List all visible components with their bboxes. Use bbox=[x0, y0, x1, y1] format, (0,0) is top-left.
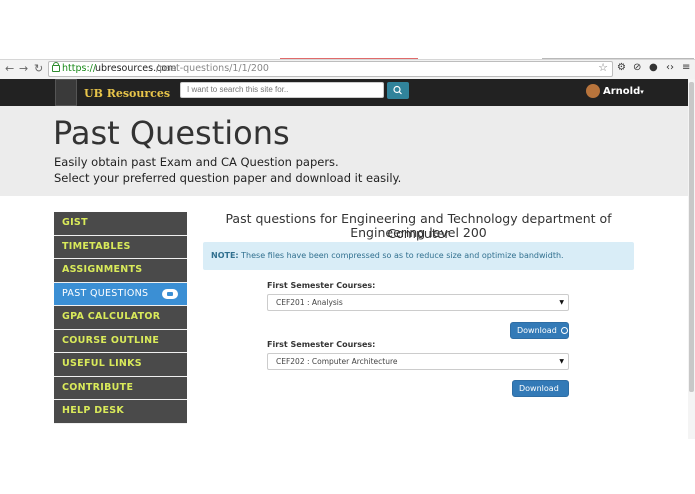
settings-gear-icon[interactable]: ⚙ bbox=[617, 62, 626, 74]
bookmark-star-icon[interactable]: ☆ bbox=[598, 61, 608, 75]
logo-icon[interactable] bbox=[55, 79, 77, 106]
caret-down-icon: ▾ bbox=[640, 88, 644, 96]
search-button[interactable] bbox=[387, 82, 409, 99]
sidebar-item-contribute[interactable]: CONTRIBUTE bbox=[54, 376, 187, 400]
forward-icon[interactable]: → bbox=[19, 62, 28, 75]
search-icon bbox=[393, 85, 402, 95]
sidebar-item-course-outline[interactable]: COURSE OUTLINE bbox=[54, 329, 187, 353]
sidebar-item-label: TIMETABLES bbox=[62, 240, 131, 252]
back-icon[interactable]: ← bbox=[5, 62, 14, 75]
sidebar-item-label: GIST bbox=[62, 217, 88, 228]
download-button[interactable]: Download bbox=[512, 380, 569, 408]
hero-description-2: Select your preferred question paper and… bbox=[54, 171, 402, 185]
lock-icon bbox=[52, 62, 60, 72]
sidebar-item-label: PAST QUESTIONS bbox=[62, 287, 149, 299]
download-button[interactable]: Download bbox=[510, 322, 569, 339]
address-bar[interactable]: https:// ubresources.com /past-questions… bbox=[48, 61, 613, 77]
badge-icon bbox=[162, 288, 178, 299]
url-scheme: https:// bbox=[62, 63, 97, 74]
dropdown-arrow-icon: ▼ bbox=[559, 358, 564, 365]
sidebar-item-timetables[interactable]: TIMETABLES bbox=[54, 235, 187, 259]
sidebar-item-label: COURSE OUTLINE bbox=[62, 334, 160, 346]
user-name: Arnold bbox=[603, 86, 641, 97]
sidebar-item-gist[interactable]: GIST bbox=[54, 212, 187, 236]
hero-description-1: Easily obtain past Exam and CA Question … bbox=[54, 155, 339, 169]
page-title: Past Questions bbox=[53, 114, 290, 152]
info-note: NOTE: These files have been compressed s… bbox=[203, 242, 634, 270]
sidebar-item-label: CONTRIBUTE bbox=[62, 381, 134, 393]
download-label: Download bbox=[517, 326, 557, 335]
sidebar-item-label: USEFUL LINKS bbox=[62, 358, 142, 369]
note-label: NOTE: bbox=[211, 251, 239, 260]
select-value: CEF201 : Analysis bbox=[276, 298, 343, 307]
menu-icon[interactable]: ≡ bbox=[682, 62, 690, 74]
url-path: /past-questions/1/1/200 bbox=[156, 63, 269, 74]
course-section-label: First Semester Courses: bbox=[267, 281, 376, 290]
course-section-label: First Semester Courses: bbox=[267, 340, 376, 349]
note-text: These files have been compressed so as t… bbox=[238, 251, 564, 260]
select-value: CEF202 : Computer Architecture bbox=[276, 357, 398, 366]
sidebar-item-label: ASSIGNMENTS bbox=[62, 264, 143, 275]
browser-top-area bbox=[0, 0, 695, 60]
logo-text[interactable]: UB Resources bbox=[84, 87, 170, 100]
download-label: Download bbox=[519, 384, 559, 393]
sidebar-item-label: GPA CALCULATOR bbox=[62, 311, 161, 322]
code-icon[interactable]: ‹› bbox=[666, 62, 674, 74]
sidebar-item-useful-links[interactable]: USEFUL LINKS bbox=[54, 353, 187, 377]
content-title-line-2: Engineering level 200 bbox=[350, 225, 487, 240]
scrollbar-thumb[interactable] bbox=[689, 82, 694, 392]
sidebar-item-assignments[interactable]: ASSIGNMENTS bbox=[54, 259, 187, 283]
sidebar-nav: GIST TIMETABLES ASSIGNMENTS PAST QUESTIO… bbox=[54, 212, 187, 424]
blocker-icon[interactable]: ⊘ bbox=[633, 62, 641, 74]
sidebar-item-label: HELP DESK bbox=[62, 405, 125, 416]
dropdown-arrow-icon: ▼ bbox=[559, 299, 564, 306]
avatar[interactable] bbox=[586, 84, 600, 98]
extension-icon[interactable]: ● bbox=[649, 62, 658, 74]
search-input[interactable] bbox=[180, 82, 384, 98]
course-select-2[interactable]: CEF202 : Computer Architecture ▼ bbox=[267, 353, 569, 370]
download-icon bbox=[523, 401, 530, 408]
sidebar-item-help-desk[interactable]: HELP DESK bbox=[54, 400, 187, 424]
user-menu[interactable]: Arnold▾ bbox=[603, 86, 644, 97]
download-icon bbox=[560, 327, 568, 334]
course-select-1[interactable]: CEF201 : Analysis ▼ bbox=[267, 294, 569, 311]
sidebar-item-gpa-calculator[interactable]: GPA CALCULATOR bbox=[54, 306, 187, 330]
sidebar-item-past-questions[interactable]: PAST QUESTIONS bbox=[54, 282, 187, 306]
reload-icon[interactable]: ↻ bbox=[34, 62, 43, 75]
